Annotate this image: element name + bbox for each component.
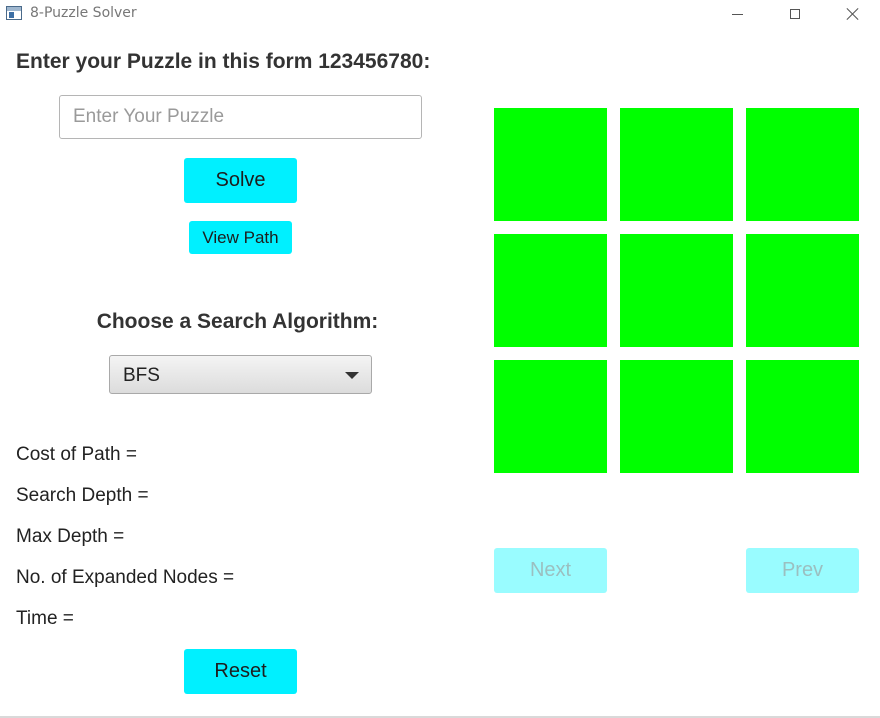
window-title: 8-Puzzle Solver (30, 5, 137, 21)
puzzle-tile (620, 108, 733, 221)
dropdown-arrow-icon (345, 372, 359, 379)
algorithm-select[interactable]: BFS (109, 355, 372, 394)
algorithm-selected-value: BFS (123, 365, 160, 386)
close-icon (846, 7, 860, 21)
puzzle-tile (494, 234, 607, 347)
puzzle-tile (494, 108, 607, 221)
max-depth-label: Max Depth = (16, 526, 125, 547)
puzzle-tile (746, 234, 859, 347)
puzzle-tile (746, 360, 859, 473)
puzzle-tile (746, 108, 859, 221)
solve-button[interactable]: Solve (184, 158, 297, 203)
next-button[interactable]: Next (494, 548, 607, 593)
puzzle-tile (620, 234, 733, 347)
algorithm-heading: Choose a Search Algorithm: (96, 310, 379, 333)
reset-button[interactable]: Reset (184, 649, 297, 694)
maximize-button[interactable] (772, 0, 818, 28)
close-button[interactable] (830, 0, 876, 28)
minimize-icon (731, 13, 743, 15)
minimize-button[interactable] (714, 0, 760, 28)
puzzle-board (494, 108, 859, 473)
app-window: 8-Puzzle Solver Enter your Puzzle in thi… (0, 0, 880, 718)
prev-button[interactable]: Prev (746, 548, 859, 593)
view-path-button[interactable]: View Path (189, 221, 292, 254)
puzzle-input[interactable] (59, 95, 422, 139)
app-window-icon (6, 6, 22, 20)
time-label: Time = (16, 608, 74, 629)
puzzle-tile (620, 360, 733, 473)
title-bar: 8-Puzzle Solver (0, 0, 880, 28)
puzzle-form-heading: Enter your Puzzle in this form 123456780… (16, 50, 431, 73)
cost-of-path-label: Cost of Path = (16, 444, 137, 465)
puzzle-tile (494, 360, 607, 473)
search-depth-label: Search Depth = (16, 485, 149, 506)
expanded-nodes-label: No. of Expanded Nodes = (16, 567, 235, 588)
maximize-icon (790, 9, 800, 19)
